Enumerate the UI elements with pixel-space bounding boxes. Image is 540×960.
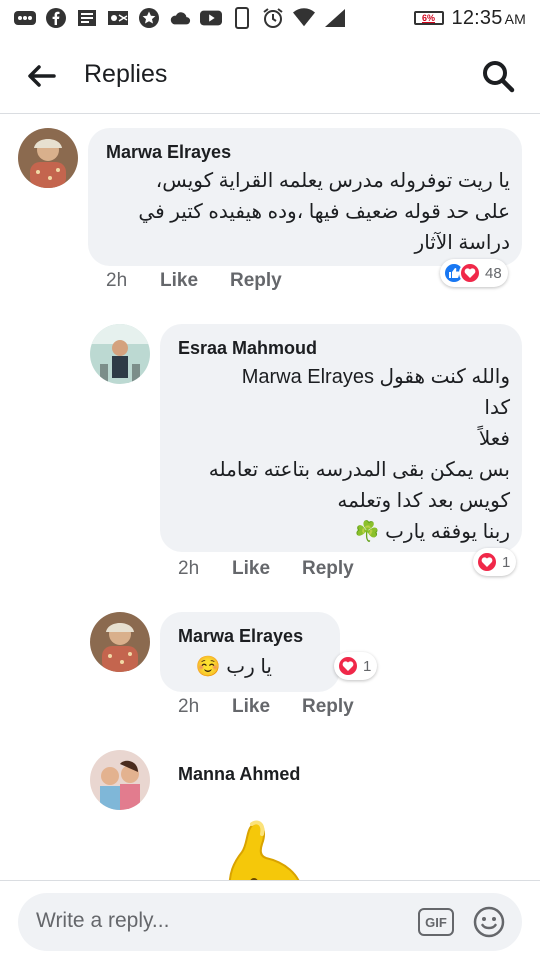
news-icon — [76, 7, 98, 29]
more-icon — [14, 7, 36, 29]
cloud-icon — [169, 7, 191, 29]
comment-actions: 2h Like Reply — [178, 558, 354, 580]
love-reaction-icon — [337, 655, 359, 677]
back-button[interactable] — [24, 59, 58, 93]
avatar[interactable] — [90, 612, 150, 672]
comment-author[interactable]: Marwa Elrayes — [106, 142, 231, 163]
smiley-icon — [473, 906, 505, 938]
reply-button[interactable]: Reply — [230, 270, 282, 292]
gif-button[interactable]: GIF — [418, 908, 454, 936]
like-button[interactable]: Like — [232, 558, 302, 580]
comment-time: 2h — [178, 696, 200, 717]
comment-text: يا رب ☺️ — [195, 656, 272, 678]
phone-icon — [231, 7, 253, 29]
comment-author[interactable]: Manna Ahmed — [178, 764, 300, 785]
arrow-left-icon — [28, 65, 56, 87]
comment-author[interactable]: Marwa Elrayes — [178, 626, 303, 647]
comment-text: والله كنت هقول Marwa Elrayes كدا فعلاً ب… — [208, 366, 510, 543]
youtube-icon — [200, 7, 222, 29]
star-icon — [138, 7, 160, 29]
reaction-summary[interactable]: 1 — [473, 548, 517, 576]
signal-icon — [324, 7, 346, 29]
like-button[interactable]: Like — [160, 270, 230, 292]
reaction-summary[interactable]: 1 — [334, 652, 378, 680]
clock: 12:35 AM — [452, 7, 526, 30]
avatar[interactable] — [18, 128, 78, 188]
reaction-summary[interactable]: 48 — [440, 259, 508, 287]
comment: Esraa Mahmoud والله كنت هقول Marwa Elray… — [0, 314, 540, 594]
comment: Manna Ahmed — [0, 740, 540, 880]
search-icon — [483, 61, 515, 93]
comment-time: 2h — [106, 270, 128, 291]
search-button[interactable] — [478, 56, 518, 96]
reply-composer: Write a reply... GIF — [0, 880, 540, 960]
wifi-icon — [293, 7, 315, 29]
battery-indicator: 6% — [413, 11, 444, 25]
outlook-icon — [107, 7, 129, 29]
reply-input-container[interactable]: Write a reply... GIF — [18, 893, 522, 951]
reaction-count: 1 — [363, 657, 372, 675]
clock-time: 12:35 — [451, 6, 503, 29]
comment-text: يا ريت توفروله مدرس يعلمه القراية كويس، … — [138, 170, 510, 254]
reply-button[interactable]: Reply — [302, 558, 354, 580]
comment-time: 2h — [178, 558, 200, 579]
thumbs-up-sticker[interactable] — [200, 812, 310, 880]
love-reaction-icon — [476, 551, 498, 573]
clock-ampm: AM — [504, 10, 526, 27]
comment-actions: 2h Like Reply — [106, 270, 282, 292]
avatar[interactable] — [90, 324, 150, 384]
comment-actions: 2h Like Reply — [178, 696, 354, 718]
status-bar: 6% 12:35 AM — [0, 0, 540, 36]
page-title: Replies — [84, 60, 168, 88]
comment: Marwa Elrayes يا ريت توفروله مدرس يعلمه … — [0, 114, 540, 314]
alarm-icon — [262, 7, 284, 29]
facebook-icon — [45, 7, 67, 29]
reply-input[interactable]: Write a reply... — [36, 909, 169, 933]
comment: Marwa Elrayes يا رب ☺️ 2h Like Reply 1 — [0, 600, 540, 730]
header: Replies — [0, 36, 540, 114]
avatar[interactable] — [90, 750, 150, 810]
comment-author[interactable]: Esraa Mahmoud — [178, 338, 317, 359]
love-reaction-icon — [459, 262, 481, 284]
reply-button[interactable]: Reply — [302, 696, 354, 718]
reaction-count: 48 — [485, 264, 502, 282]
emoji-button[interactable] — [472, 905, 506, 939]
reaction-count: 1 — [502, 553, 511, 571]
like-button[interactable]: Like — [232, 696, 302, 718]
